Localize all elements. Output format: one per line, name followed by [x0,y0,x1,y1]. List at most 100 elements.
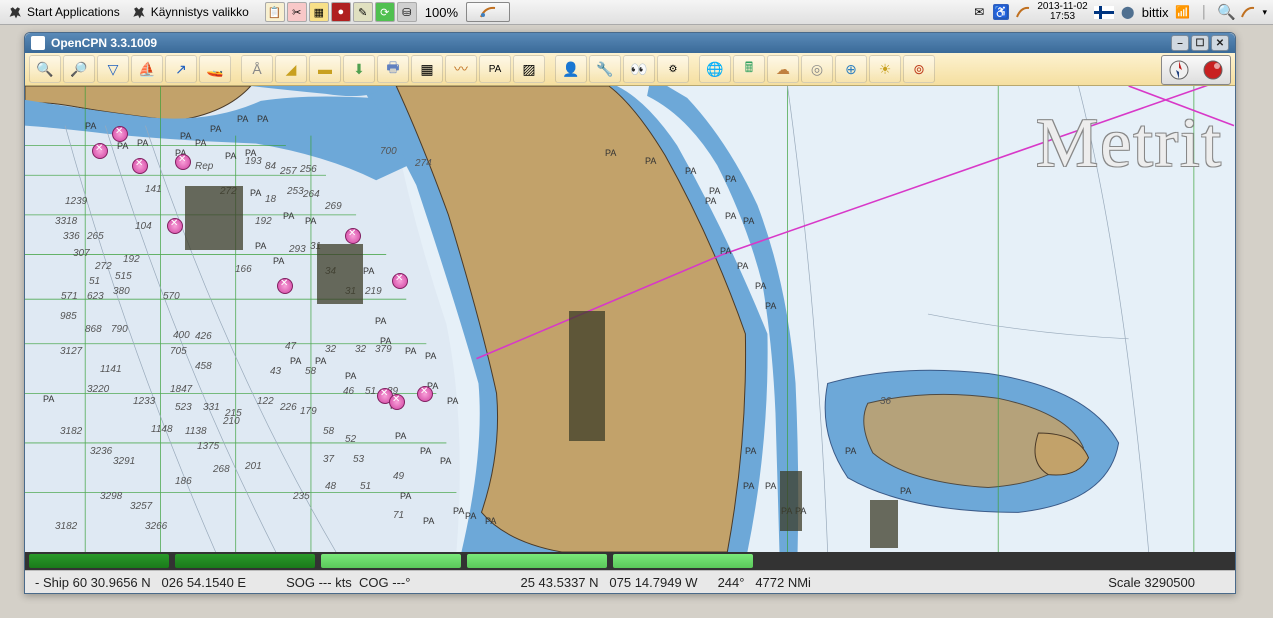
status-cursor-lat: 25 43.5337 N [520,575,598,590]
wifi-icon[interactable]: 📶 [1174,4,1190,20]
no-data-patch [569,311,605,441]
route-manager-button[interactable]: 🚤 [199,55,231,83]
start-menu-finnish[interactable]: Käynnistys valikko [128,2,253,22]
status-ship: - Ship 60 30.9656 N 026 54.1540 E [25,575,256,590]
opencpn-app-icon [31,36,45,50]
chart-piano-bar[interactable] [25,552,1235,570]
wmm-button[interactable]: ⊕ [835,55,867,83]
wrench-button[interactable]: 🔧 [589,55,621,83]
mob-button[interactable]: 👤 [555,55,587,83]
watchdog-button[interactable]: ☀ [869,55,901,83]
notes-icon[interactable]: ▦ [309,2,329,22]
chart-segment[interactable] [613,554,753,568]
zoom-percent: 100% [425,5,458,20]
close-button[interactable]: ✕ [1211,35,1229,51]
search-icon[interactable]: 🔍 [1218,4,1234,20]
settings-button[interactable]: ⚙ [657,55,689,83]
status-cursor-lon: 075 14.7949 W [609,575,697,590]
status-scale-value: 3290500 [1144,575,1195,590]
scale-chart-button[interactable]: ▽ [97,55,129,83]
pa-toggle-button[interactable]: PA [479,55,511,83]
pen-icon[interactable]: ✎ [353,2,373,22]
opencpn-tray-icon[interactable] [1015,4,1031,20]
chart-download-button[interactable]: ⬇ [343,55,375,83]
scissors-icon[interactable]: ✂ [287,2,307,22]
globe-button[interactable]: 🌐 [699,55,731,83]
waypoint-marker[interactable] [112,126,128,142]
waypoint-marker[interactable] [392,273,408,289]
compass-gps-indicator[interactable] [1161,55,1231,85]
start-applications-menu[interactable]: Start Applications [4,2,124,22]
grib-button[interactable]: ☁ [767,55,799,83]
globe-icon[interactable]: ⬤ [1120,4,1136,20]
radar-button[interactable]: ◎ [801,55,833,83]
colors-button[interactable]: ▦ [411,55,443,83]
waypoint-marker[interactable] [92,143,108,159]
opencpn-tray-icon-2[interactable] [1240,4,1256,20]
grid-button[interactable]: ▨ [513,55,545,83]
maximize-button[interactable]: ☐ [1191,35,1209,51]
no-data-patch [870,500,898,548]
waypoint-marker[interactable] [277,278,293,294]
chart-segment[interactable] [29,554,169,568]
mail-icon[interactable]: ✉ [971,4,987,20]
waypoint-marker[interactable] [417,386,433,402]
waypoint-marker[interactable] [167,218,183,234]
route-create-button[interactable]: ↗ [165,55,197,83]
track-button[interactable]: 〰 [445,55,477,83]
zoom-out-button[interactable]: 🔎 [63,55,95,83]
record-icon[interactable]: ● [331,2,351,22]
opencpn-window: OpenCPN 3.3.1009 – ☐ ✕ 🔍 🔎 ▽ ⛵ ↗ 🚤 Å ◢ ▬… [24,32,1236,594]
no-data-patch [185,186,243,250]
chart-canvas[interactable]: Metrit 123933183362653072725157162398586… [25,86,1235,552]
status-bearing: 244° [718,575,745,590]
currents-button[interactable]: ◢ [275,55,307,83]
zoom-in-button[interactable]: 🔍 [29,55,61,83]
quicklaunch-tray: 📋 ✂ ▦ ● ✎ ⟳ ⛁ 100% [265,2,510,22]
chart-svg [25,86,1235,552]
own-ship-button[interactable]: ⛵ [131,55,163,83]
no-data-patch [317,244,363,304]
user-label: bittix [1142,5,1169,20]
chart-segment[interactable] [175,554,315,568]
refresh-icon[interactable]: ⟳ [375,2,395,22]
no-data-patch [780,471,802,531]
calculator-button[interactable]: 🖩 [733,55,765,83]
flag-finland-icon[interactable] [1094,6,1114,19]
waypoint-marker[interactable] [175,154,191,170]
clock[interactable]: 2013-11-02 17:53 [1037,2,1087,22]
waypoint-marker[interactable] [132,158,148,174]
compass-icon [1168,59,1190,81]
clock-time: 17:53 [1037,12,1087,22]
status-scale-label: Scale [1108,575,1141,590]
cat-icon [8,4,24,20]
status-cog: COG ---° [359,575,410,590]
disk-icon[interactable]: ⛁ [397,2,417,22]
start-apps-label: Start Applications [27,5,120,19]
clipboard-icon[interactable]: 📋 [265,2,285,22]
opencpn-taskbar-icon[interactable] [466,2,510,22]
main-toolbar: 🔍 🔎 ▽ ⛵ ↗ 🚤 Å ◢ ▬ ⬇ 🖶 ▦ 〰 PA ▨ 👤 🔧 👀 ⚙ 🌐… [25,53,1235,86]
status-bar: - Ship 60 30.9656 N 026 54.1540 E SOG --… [25,570,1235,593]
chart-segment[interactable] [321,554,461,568]
folder-button[interactable]: ▬ [309,55,341,83]
waypoint-marker[interactable] [345,228,361,244]
start-menu-fi-label: Käynnistys valikko [151,5,249,19]
window-titlebar[interactable]: OpenCPN 3.3.1009 – ☐ ✕ [25,33,1235,53]
binoculars-button[interactable]: 👀 [623,55,655,83]
waypoint-marker[interactable] [389,394,405,410]
cat-icon [132,4,148,20]
separator-icon: │ [1196,4,1212,20]
status-dist: 4772 NMi [755,575,811,590]
tides-button[interactable]: Å [241,55,273,83]
minimize-button[interactable]: – [1171,35,1189,51]
gps-status-icon [1202,59,1224,81]
accessibility-icon[interactable]: ♿ [993,4,1009,20]
os-taskbar: Start Applications Käynnistys valikko 📋 … [0,0,1273,25]
print-button[interactable]: 🖶 [377,55,409,83]
tray-chevron[interactable]: ▾ [1262,7,1267,18]
chart-segment[interactable] [467,554,607,568]
help-button[interactable]: ⊚ [903,55,935,83]
status-sog: SOG --- kts [286,575,352,590]
window-title: OpenCPN 3.3.1009 [51,36,157,50]
